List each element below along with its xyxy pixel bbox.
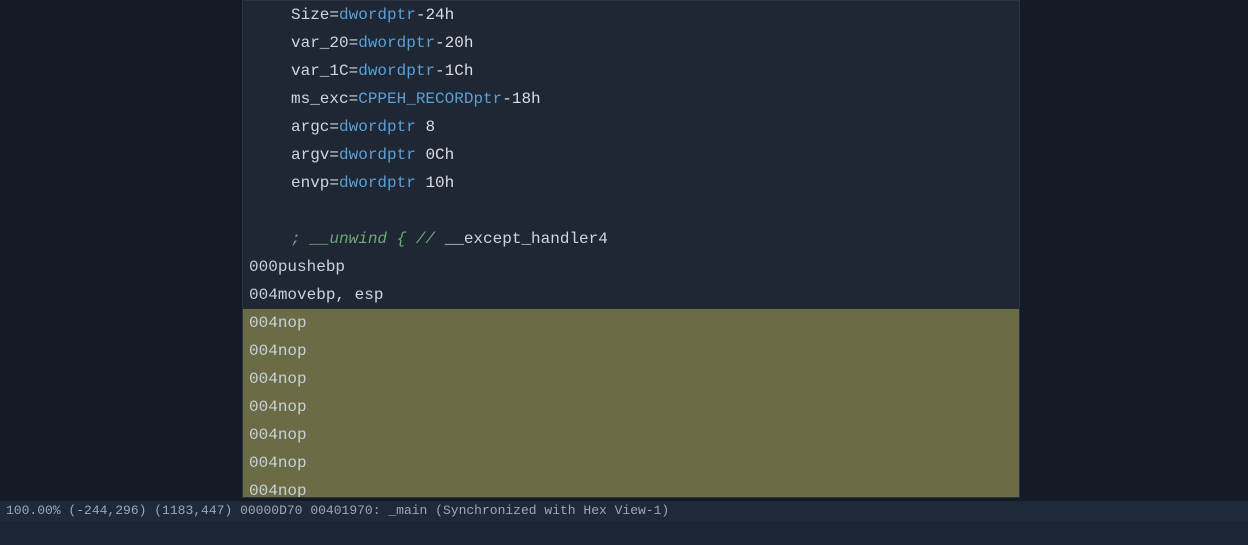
symbol-name: _main: [388, 503, 427, 518]
var-decl[interactable]: argc= dword ptr 8: [243, 113, 1019, 141]
file-offset: 00000D70: [240, 503, 302, 518]
var-decl[interactable]: var_1C= dword ptr -1Ch: [243, 57, 1019, 85]
var-decl[interactable]: ms_exc= CPPEH_RECORD ptr -18h: [243, 85, 1019, 113]
unwind-comment[interactable]: ; __unwind { // __except_handler4: [243, 225, 1019, 253]
address: 00401970:: [310, 503, 380, 518]
status-bar: 100.00% (-244,296) (1183,447) 00000D70 0…: [0, 501, 1248, 521]
asm-line[interactable]: 004 nop: [243, 477, 1019, 498]
asm-line[interactable]: 004 nop: [243, 365, 1019, 393]
left-gutter: [0, 0, 242, 498]
asm-line[interactable]: 004 mov ebp, esp: [243, 281, 1019, 309]
asm-line[interactable]: 004 nop: [243, 449, 1019, 477]
right-gutter: [1020, 0, 1248, 498]
asm-line[interactable]: 004 nop: [243, 337, 1019, 365]
coord-b: (1183,447): [154, 503, 232, 518]
asm-line[interactable]: 004 nop: [243, 421, 1019, 449]
asm-line[interactable]: 004 nop: [243, 393, 1019, 421]
disassembly-panel[interactable]: Size= dword ptr -24h var_20= dword ptr -…: [242, 0, 1020, 498]
var-decl[interactable]: var_20= dword ptr -20h: [243, 29, 1019, 57]
sync-status: (Synchronized with Hex View-1): [435, 503, 669, 518]
asm-line[interactable]: 004 nop: [243, 309, 1019, 337]
coord-a: (-244,296): [68, 503, 146, 518]
bottom-strip: [0, 521, 1248, 545]
asm-line[interactable]: 000 push ebp: [243, 253, 1019, 281]
var-decl[interactable]: argv= dword ptr 0Ch: [243, 141, 1019, 169]
var-decl[interactable]: Size= dword ptr -24h: [243, 1, 1019, 29]
zoom-level: 100.00%: [6, 503, 61, 518]
blank-line: [243, 197, 1019, 225]
var-decl[interactable]: envp= dword ptr 10h: [243, 169, 1019, 197]
ida-viewport: Size= dword ptr -24h var_20= dword ptr -…: [0, 0, 1248, 545]
